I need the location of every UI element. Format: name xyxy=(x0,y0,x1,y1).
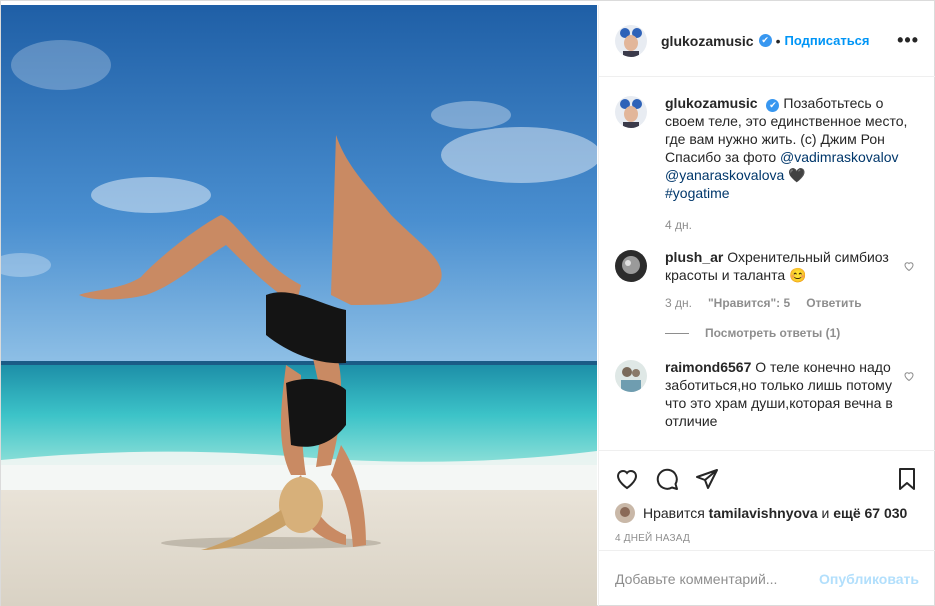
beach-yoga-photo xyxy=(1,5,597,606)
liker-username[interactable]: tamilavishnyova xyxy=(709,505,818,521)
avatar[interactable] xyxy=(615,360,647,392)
avatar[interactable] xyxy=(615,24,647,57)
instagram-post: glukozamusic ✔ • Подписаться ••• glukoza… xyxy=(0,0,935,606)
comment-input[interactable] xyxy=(615,570,820,587)
share-icon xyxy=(696,469,718,489)
divider-line xyxy=(665,332,689,334)
more-icon[interactable]: ••• xyxy=(897,30,919,51)
save-button[interactable] xyxy=(891,463,923,495)
likes-summary: Нравится tamilavishnyova и ещё 67 030 xyxy=(611,503,923,523)
view-replies-label: Посмотреть ответы (1) xyxy=(705,326,841,340)
follow-button[interactable]: Подписаться xyxy=(785,33,870,48)
comment: plush_ar Охренительный симбиоз красоты и… xyxy=(615,248,919,312)
publish-button[interactable]: Опубликовать xyxy=(819,571,919,587)
avatar-image xyxy=(615,96,647,128)
avatar-image xyxy=(615,360,647,392)
comment-body: raimond6567 О теле конечно надо заботить… xyxy=(665,358,919,430)
avatar[interactable] xyxy=(615,96,647,128)
view-replies-button[interactable]: Посмотреть ответы (1) xyxy=(665,326,919,340)
comment: raimond6567 О теле конечно надо заботить… xyxy=(615,358,919,430)
share-button[interactable] xyxy=(691,463,723,495)
heart-icon xyxy=(616,470,638,490)
heart-emoji: 🖤 xyxy=(788,167,806,183)
heart-icon xyxy=(904,372,914,382)
post-date[interactable]: 4 ДНЕЙ НАЗАД xyxy=(611,533,923,544)
post-sidebar: glukozamusic ✔ • Подписаться ••• glukoza… xyxy=(598,5,935,606)
comments-list[interactable]: glukozamusic ✔ Позаботьтесь о своем теле… xyxy=(599,78,935,450)
comment-likes[interactable]: "Нравится": 5 xyxy=(708,294,790,312)
caption-time[interactable]: 4 дн. xyxy=(665,216,692,234)
like-button[interactable] xyxy=(611,463,643,495)
header-separator: • xyxy=(775,32,781,49)
caption-username[interactable]: glukozamusic xyxy=(665,95,758,111)
verified-icon: ✔ xyxy=(758,34,772,47)
likes-count[interactable]: ещё 67 030 xyxy=(833,505,907,521)
comment-time[interactable]: 3 дн. xyxy=(665,294,692,312)
comment-meta: 3 дн. "Нравится": 5 Ответить xyxy=(665,294,895,312)
caption: glukozamusic ✔ Позаботьтесь о своем теле… xyxy=(615,94,919,234)
likes-prefix: Нравится xyxy=(643,505,705,521)
post-actions: Нравится tamilavishnyova и ещё 67 030 4 … xyxy=(599,450,935,544)
comment-icon xyxy=(656,468,678,490)
verified-icon: ✔ xyxy=(766,99,780,112)
comment-username[interactable]: plush_ar xyxy=(665,249,723,265)
add-comment-bar: Опубликовать xyxy=(599,550,935,606)
comment-body: plush_ar Охренительный симбиоз красоты и… xyxy=(665,248,919,312)
reply-button[interactable]: Ответить xyxy=(806,294,861,312)
hashtag-link[interactable]: #yogatime xyxy=(665,185,730,201)
mention-link[interactable]: @yanaraskovalova xyxy=(665,167,784,183)
avatar[interactable] xyxy=(615,503,635,523)
likes-conj: и xyxy=(821,505,830,521)
heart-icon xyxy=(904,262,914,272)
comment-like-icon[interactable] xyxy=(903,260,915,275)
post-photo[interactable] xyxy=(1,5,597,606)
mention-link[interactable]: @vadimraskovalov xyxy=(780,149,898,165)
comment-like-icon[interactable] xyxy=(903,370,915,385)
avatar-image xyxy=(615,250,647,282)
avatar-image xyxy=(615,503,635,523)
action-icons xyxy=(611,459,923,499)
caption-body: glukozamusic ✔ Позаботьтесь о своем теле… xyxy=(665,94,919,234)
post-header: glukozamusic ✔ • Подписаться ••• xyxy=(599,5,935,77)
comment-username[interactable]: raimond6567 xyxy=(665,359,751,375)
caption-meta: 4 дн. xyxy=(665,216,911,234)
bookmark-icon xyxy=(899,468,915,490)
post-author-username[interactable]: glukozamusic xyxy=(661,33,754,49)
avatar-image xyxy=(615,24,647,57)
avatar[interactable] xyxy=(615,250,647,282)
comment-button[interactable] xyxy=(651,463,683,495)
